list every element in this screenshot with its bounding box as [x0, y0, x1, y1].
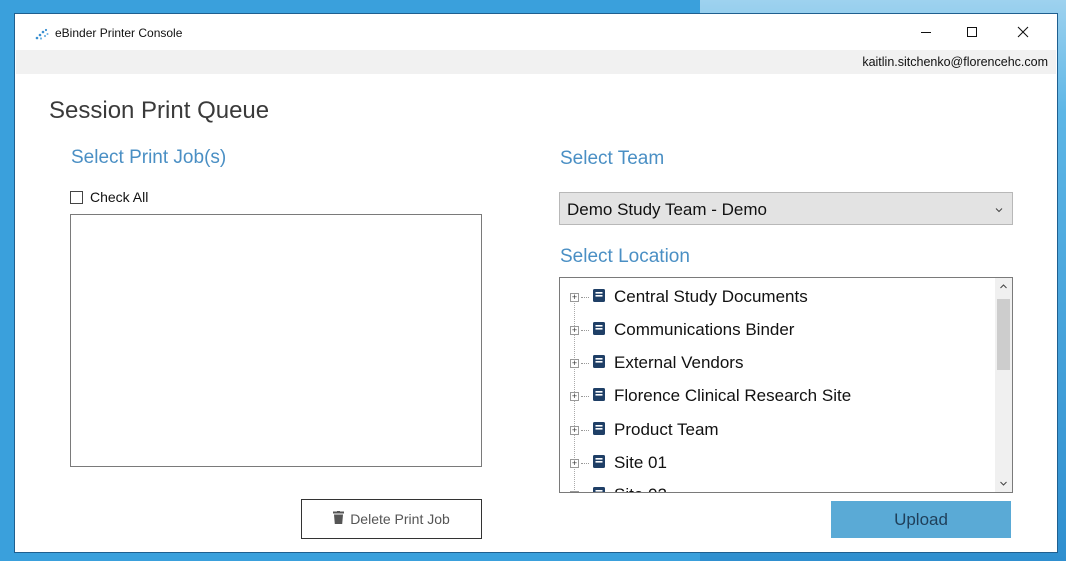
window-title: eBinder Printer Console — [55, 26, 183, 40]
close-icon — [1017, 26, 1029, 38]
scroll-down-button[interactable] — [995, 475, 1012, 492]
check-all-label[interactable]: Check All — [90, 189, 148, 205]
maximize-icon — [967, 27, 977, 37]
binder-icon — [593, 420, 605, 440]
delete-print-job-button[interactable]: Delete Print Job — [301, 499, 482, 539]
tree-item-communications-binder[interactable]: + Communications Binder — [570, 319, 794, 341]
tree-item-label: Product Team — [614, 420, 719, 439]
tree-item-label: External Vendors — [614, 353, 744, 372]
expand-icon[interactable]: + — [570, 292, 579, 302]
chevron-up-icon — [1000, 284, 1007, 289]
tree-item-label: Site 02 — [614, 485, 667, 492]
tree-item-florence-clinical-research-site[interactable]: + Florence Clinical Research Site — [570, 385, 851, 407]
tree-item-external-vendors[interactable]: + External Vendors — [570, 352, 743, 374]
app-window: eBinder Printer Console kaitlin.sitchenk… — [14, 13, 1058, 553]
scroll-thumb[interactable] — [997, 299, 1010, 370]
team-heading: Select Team — [560, 148, 665, 169]
upload-button[interactable]: Upload — [831, 501, 1011, 538]
expand-icon[interactable]: + — [570, 358, 579, 368]
expand-icon[interactable]: + — [570, 490, 579, 492]
trash-icon — [333, 511, 345, 527]
print-jobs-heading: Select Print Job(s) — [71, 147, 227, 168]
location-tree[interactable]: + Central Study Documents + Communicatio… — [559, 277, 1013, 493]
chevron-down-icon — [1000, 481, 1007, 486]
close-button[interactable] — [1000, 14, 1046, 50]
minimize-button[interactable] — [903, 14, 949, 50]
binder-icon — [593, 453, 605, 473]
chevron-down-icon — [994, 202, 1004, 220]
print-job-list[interactable] — [70, 214, 482, 467]
binder-icon — [593, 287, 605, 307]
maximize-button[interactable] — [949, 14, 995, 50]
location-heading: Select Location — [560, 246, 690, 267]
tree-item-central-study-documents[interactable]: + Central Study Documents — [570, 286, 808, 308]
delete-print-job-label: Delete Print Job — [350, 511, 450, 527]
tree-item-site-01[interactable]: + Site 01 — [570, 452, 667, 474]
scroll-up-button[interactable] — [995, 278, 1012, 295]
binder-icon — [593, 386, 605, 406]
binder-icon — [593, 320, 605, 340]
tree-item-label: Florence Clinical Research Site — [614, 386, 852, 405]
expand-icon[interactable]: + — [570, 325, 579, 335]
team-select-value: Demo Study Team - Demo — [567, 200, 767, 219]
binder-icon — [593, 485, 605, 492]
minimize-icon — [921, 32, 931, 33]
check-all-row[interactable]: Check All — [70, 189, 148, 205]
check-all-checkbox[interactable] — [70, 190, 83, 204]
binder-icon — [593, 353, 605, 373]
title-bar: eBinder Printer Console — [15, 14, 1057, 50]
page-title: Session Print Queue — [49, 97, 270, 124]
user-email: kaitlin.sitchenko@florencehc.com — [862, 55, 1048, 69]
tree-item-product-team[interactable]: + Product Team — [570, 419, 719, 441]
tree-item-label: Communications Binder — [614, 320, 795, 339]
tree-item-label: Central Study Documents — [614, 287, 808, 306]
team-select[interactable]: Demo Study Team - Demo — [559, 192, 1013, 225]
tree-scrollbar[interactable] — [995, 278, 1012, 492]
expand-icon[interactable]: + — [570, 425, 579, 435]
expand-icon[interactable]: + — [570, 458, 579, 468]
tree-item-site-02[interactable]: + Site 02 — [570, 484, 667, 492]
expand-icon[interactable]: + — [570, 391, 579, 401]
tree-item-label: Site 01 — [614, 453, 667, 472]
user-bar: kaitlin.sitchenko@florencehc.com — [16, 50, 1056, 74]
app-logo-icon — [35, 27, 49, 40]
